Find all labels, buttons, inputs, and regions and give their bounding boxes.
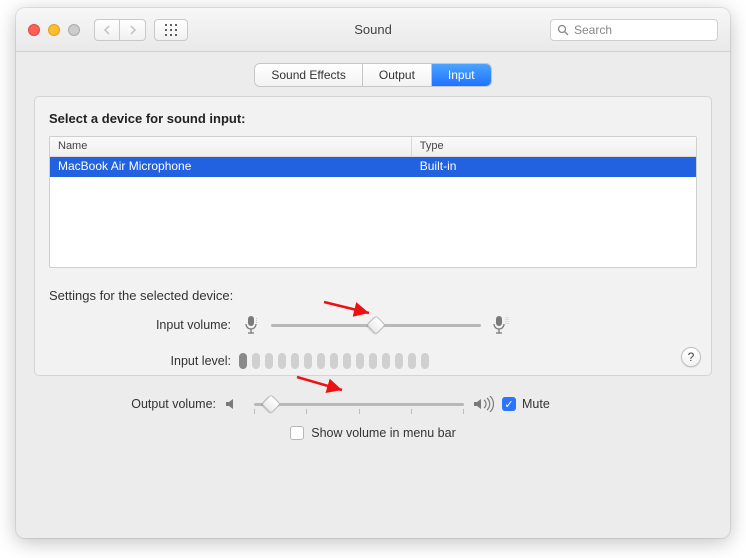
input-volume-label: Input volume: [49, 318, 239, 332]
device-name: MacBook Air Microphone [50, 157, 412, 177]
search-icon [557, 24, 569, 36]
zoom-window-button[interactable] [68, 24, 80, 36]
device-type: Built-in [412, 157, 696, 177]
speaker-high-icon [472, 396, 494, 412]
input-volume-slider[interactable] [271, 315, 481, 335]
settings-for-device-heading: Settings for the selected device: [49, 288, 697, 303]
show-volume-menubar-label: Show volume in menu bar [311, 426, 456, 440]
nav-back-forward [94, 19, 146, 41]
tab-output[interactable]: Output [363, 64, 432, 86]
input-level-label: Input level: [49, 354, 239, 368]
device-table: Name Type MacBook Air Microphone Built-i… [49, 136, 697, 268]
input-volume-row: Input volume: [49, 315, 697, 335]
select-device-heading: Select a device for sound input: [49, 111, 697, 126]
input-level-meter [239, 353, 429, 369]
show-all-button[interactable] [154, 19, 188, 41]
forward-button[interactable] [120, 19, 146, 41]
help-button[interactable]: ? [681, 347, 701, 367]
tab-sound-effects[interactable]: Sound Effects [255, 64, 363, 86]
output-volume-label: Output volume: [34, 397, 224, 411]
show-volume-menubar-checkbox[interactable] [290, 426, 304, 440]
speaker-low-icon [224, 396, 246, 412]
table-row[interactable]: MacBook Air Microphone Built-in [50, 157, 696, 177]
sound-prefpane-window: Sound Search Sound Effects Output Input … [16, 8, 730, 538]
search-input[interactable]: Search [550, 19, 718, 41]
output-volume-slider[interactable] [254, 394, 464, 414]
mute-label: Mute [522, 397, 550, 411]
microphone-high-icon [489, 315, 513, 335]
microphone-low-icon [239, 315, 263, 335]
column-type[interactable]: Type [412, 137, 696, 156]
table-header: Name Type [50, 137, 696, 157]
minimize-window-button[interactable] [48, 24, 60, 36]
titlebar: Sound Search [16, 8, 730, 52]
search-placeholder: Search [574, 23, 612, 37]
tab-input[interactable]: Input [432, 64, 491, 86]
show-volume-menubar-row: Show volume in menu bar [34, 426, 712, 440]
column-name[interactable]: Name [50, 137, 412, 156]
chevron-left-icon [103, 25, 111, 35]
input-level-row: Input level: [49, 353, 697, 369]
tab-bar: Sound Effects Output Input [16, 64, 730, 86]
mute-checkbox[interactable]: ✓ [502, 397, 516, 411]
input-settings-panel: Select a device for sound input: Name Ty… [34, 96, 712, 376]
grid-icon [165, 24, 177, 36]
back-button[interactable] [94, 19, 120, 41]
chevron-right-icon [129, 25, 137, 35]
window-controls [28, 24, 80, 36]
close-window-button[interactable] [28, 24, 40, 36]
output-controls: Output volume: ✓ Mute Show v [34, 394, 712, 440]
